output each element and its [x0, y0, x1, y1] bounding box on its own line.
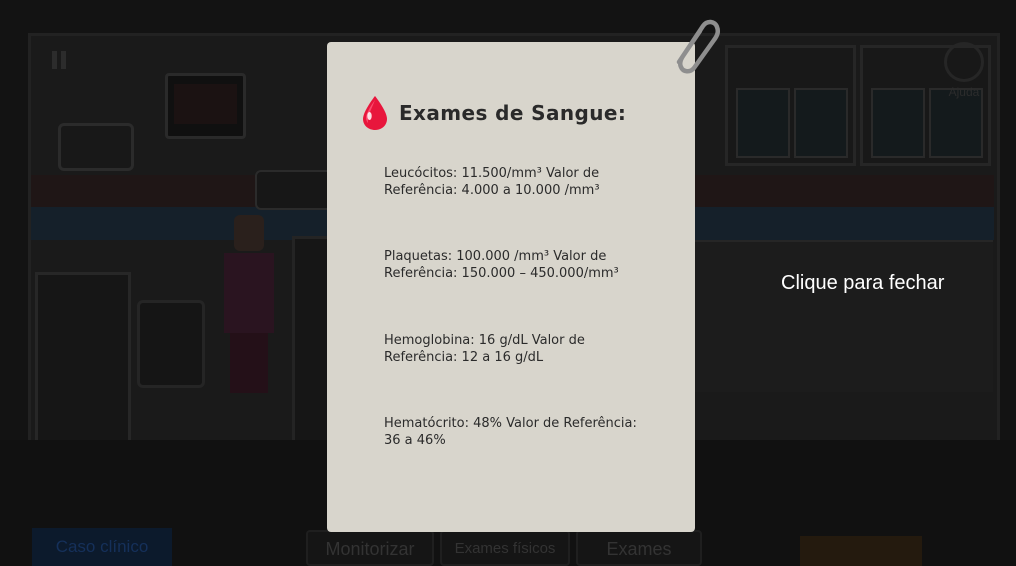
weight-scale	[137, 300, 205, 388]
nurse-character	[218, 215, 280, 395]
close-hint[interactable]: Clique para fechar	[781, 272, 944, 295]
result-hematocrit: Hematócrito: 48% Valor de Referência: 36…	[384, 416, 637, 448]
question-mark-icon[interactable]	[944, 42, 984, 82]
exam-title: Exames de Sangue:	[399, 101, 627, 125]
result-leukocytes: Leucócitos: 11.500/mm³ Valor de Referênc…	[384, 166, 600, 198]
whiteboard-easel	[35, 272, 131, 443]
cabinet-door	[736, 88, 790, 158]
cabinet-door	[871, 88, 925, 158]
vital-signs-monitor[interactable]	[165, 73, 246, 139]
character-legs	[230, 333, 268, 393]
orange-crate	[800, 536, 922, 566]
paperclip-icon	[676, 19, 721, 74]
exams-button[interactable]: Exames	[576, 530, 702, 566]
result-platelets: Plaquetas: 100.000 /mm³ Valor de Referên…	[384, 249, 619, 281]
medicine-cabinet-left	[725, 45, 856, 166]
monitor-button[interactable]: Monitorizar	[306, 530, 434, 566]
cabinet-door	[794, 88, 848, 158]
blood-drop-icon	[363, 96, 387, 130]
exam-header: Exames de Sangue:	[360, 94, 626, 132]
physical-exams-button[interactable]: Exames físicos	[440, 530, 570, 566]
help-label: Ajuda	[948, 85, 980, 99]
character-head	[234, 215, 264, 251]
counter	[695, 240, 993, 392]
wall-outlet-panel	[58, 123, 134, 171]
case-clinical-button[interactable]: Caso clínico	[32, 528, 172, 566]
result-hemoglobin: Hemoglobina: 16 g/dL Valor de Referência…	[384, 333, 585, 365]
character-body	[224, 253, 274, 333]
pause-icon[interactable]	[52, 51, 66, 69]
